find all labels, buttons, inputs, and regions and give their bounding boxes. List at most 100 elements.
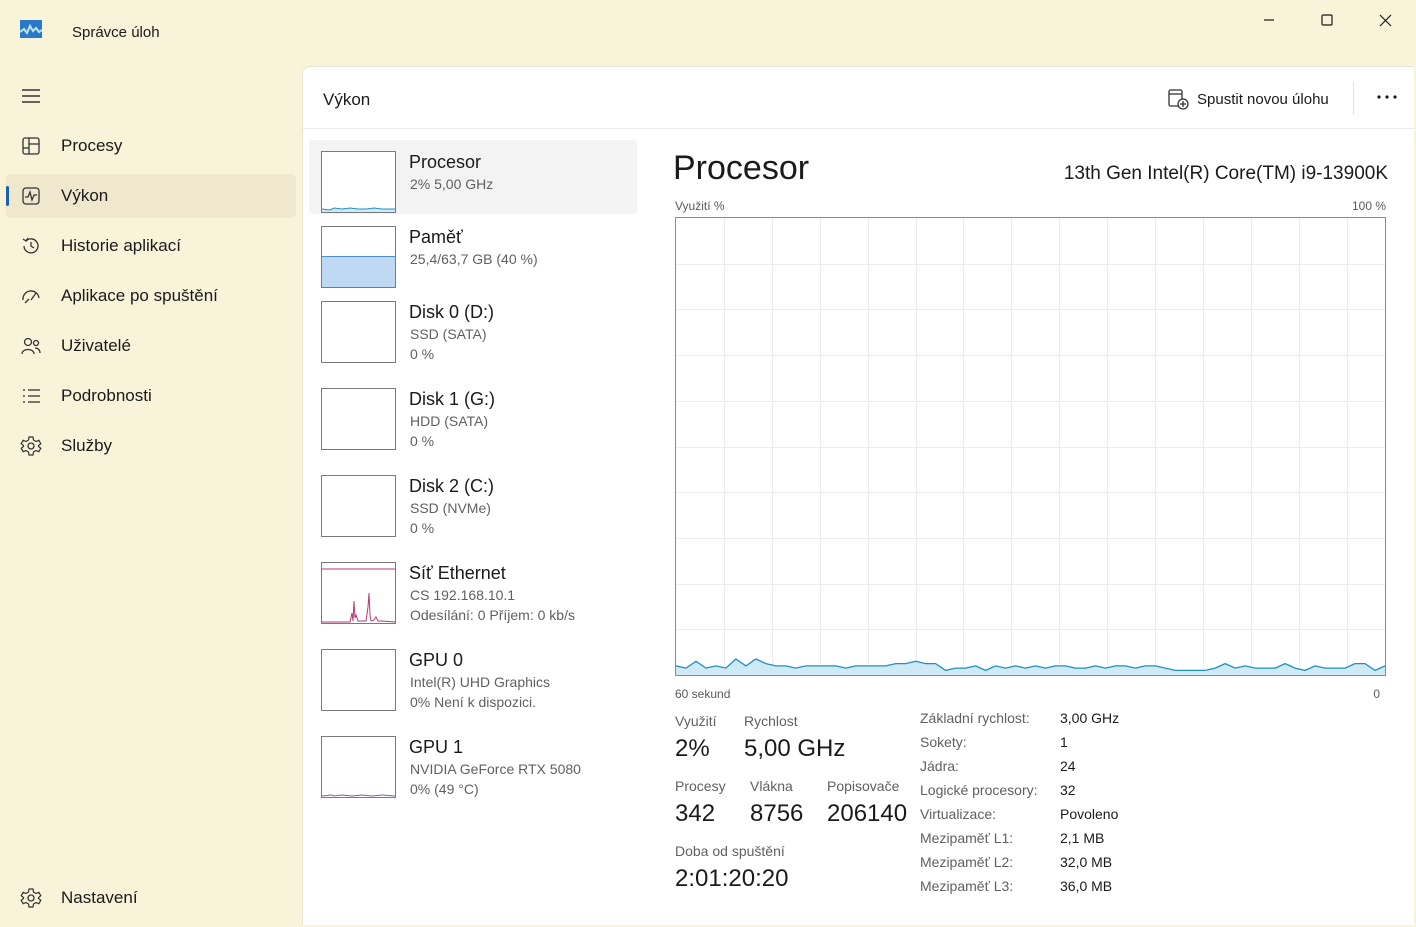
device-name: GPU 0 <box>409 650 464 670</box>
device-usage: 0% (49 °C) <box>410 781 479 797</box>
spec-value: 2,1 MB <box>1060 830 1105 846</box>
cpu-thumbnail-graph <box>322 207 395 212</box>
device-usage: 0 % <box>410 520 435 536</box>
device-name: Disk 2 (C:) <box>409 476 494 496</box>
memory-fill <box>322 256 395 287</box>
device-subtitle: HDD (SATA) <box>410 413 489 429</box>
list-icon <box>23 389 40 403</box>
spec-label: Základní rychlost: <box>920 710 1030 726</box>
sidebar-item-app-history[interactable]: Historie aplikací <box>6 224 296 268</box>
device-item-gpu1[interactable]: GPU 1 NVIDIA GeForce RTX 5080 0% (49 °C) <box>309 725 637 799</box>
sidebar-item-services[interactable]: Služby <box>6 424 296 468</box>
spec-label: Mezipaměť L1: <box>920 830 1014 846</box>
device-item-gpu0[interactable]: GPU 0 Intel(R) UHD Graphics 0% Není k di… <box>309 638 637 712</box>
uptime-value: 2:01:20:20 <box>675 865 789 892</box>
processes-icon <box>22 137 40 155</box>
page-title: Výkon <box>323 90 371 109</box>
gpu0-thumbnail <box>321 649 396 711</box>
sidebar-item-label: Podrobnosti <box>61 386 152 405</box>
history-icon <box>22 237 39 254</box>
sidebar-item-processes[interactable]: Procesy <box>6 124 296 168</box>
maximize-button[interactable] <box>1298 0 1356 40</box>
device-subtitle: 25,4/63,7 GB (40 %) <box>410 251 538 267</box>
maximize-icon <box>1321 14 1333 26</box>
device-usage: 0 % <box>410 346 435 362</box>
device-item-memory[interactable]: Paměť 25,4/63,7 GB (40 %) <box>309 215 637 289</box>
device-item-disk1[interactable]: Disk 1 (G:) HDD (SATA) 0 % <box>309 377 637 451</box>
device-name: Procesor <box>409 152 482 172</box>
cpu-detail: Procesor 13th Gen Intel(R) Core(TM) i9-1… <box>673 129 1415 926</box>
x-axis-min-label: 0 <box>1373 687 1380 701</box>
cpu-title: Procesor <box>673 149 810 187</box>
performance-icon <box>22 187 40 205</box>
usage-label: Využití <box>675 713 717 729</box>
sidebar-item-startup-apps[interactable]: Aplikace po spuštění <box>6 274 296 318</box>
cpu-model: 13th Gen Intel(R) Core(TM) i9-13900K <box>1063 163 1388 184</box>
sidebar-item-label: Uživatelé <box>61 336 131 355</box>
device-name: Paměť <box>409 227 463 247</box>
close-icon <box>1379 14 1391 26</box>
device-name: GPU 1 <box>409 737 464 757</box>
x-axis-label: 60 sekund <box>675 687 731 701</box>
threads-label: Vlákna <box>750 778 793 794</box>
page-header: Výkon Spustit novou úlohu <box>303 67 1415 129</box>
spec-value: 24 <box>1060 758 1076 774</box>
run-new-task-label: Spustit novou úlohu <box>1197 90 1329 108</box>
title-bar: Správce úloh <box>0 0 1416 64</box>
device-item-disk2[interactable]: Disk 2 (C:) SSD (NVMe) 0 % <box>309 464 637 538</box>
disk0-thumbnail <box>321 301 396 363</box>
users-icon <box>21 337 41 355</box>
gpu1-thumbnail <box>321 736 396 798</box>
active-indicator <box>6 186 9 206</box>
device-item-disk0[interactable]: Disk 0 (D:) SSD (SATA) 0 % <box>309 290 637 364</box>
spec-label: Logické procesory: <box>920 782 1038 798</box>
device-item-cpu[interactable]: Procesor 2% 5,00 GHz <box>309 140 637 214</box>
spec-value: 3,00 GHz <box>1060 710 1120 726</box>
threads-value: 8756 <box>750 800 804 827</box>
sidebar-item-label: Služby <box>61 436 113 455</box>
device-subtitle: CS 192.168.10.1 <box>410 587 516 603</box>
device-subtitle: SSD (SATA) <box>410 326 487 342</box>
hamburger-menu-icon[interactable] <box>20 86 42 106</box>
handles-value: 206140 <box>827 800 908 827</box>
device-list: Procesor 2% 5,00 GHz Paměť 25,4/63,7 GB … <box>303 129 643 926</box>
sidebar-item-label: Nastavení <box>61 888 138 907</box>
disk1-thumbnail <box>321 388 396 450</box>
device-subtitle: SSD (NVMe) <box>410 500 491 516</box>
spec-value: 1 <box>1060 734 1068 750</box>
sidebar-item-label: Procesy <box>61 136 123 155</box>
sidebar: Procesy Výkon Historie aplikací Aplikace… <box>0 64 302 927</box>
sidebar-item-label: Výkon <box>61 186 109 205</box>
uptime-label: Doba od spuštění <box>675 843 785 859</box>
spec-value: 32,0 MB <box>1060 854 1113 870</box>
usage-value: 2% <box>675 735 710 762</box>
new-task-icon <box>1168 89 1189 110</box>
spec-label: Mezipaměť L2: <box>920 854 1014 870</box>
sidebar-item-users[interactable]: Uživatelé <box>6 324 296 368</box>
sidebar-item-details[interactable]: Podrobnosti <box>6 374 296 418</box>
device-usage: 0 % <box>410 433 435 449</box>
spec-label: Jádra: <box>920 758 959 774</box>
disk2-thumbnail <box>321 475 396 537</box>
sidebar-item-performance[interactable]: Výkon <box>6 174 296 218</box>
run-new-task-button[interactable]: Spustit novou úlohu <box>1167 87 1329 111</box>
task-manager-icon <box>20 20 42 38</box>
spec-value: 32 <box>1060 782 1076 798</box>
ethernet-thumbnail-graph <box>322 568 395 623</box>
spec-label: Virtualizace: <box>920 806 997 822</box>
spec-value: Povoleno <box>1060 806 1119 822</box>
minimize-icon <box>1264 19 1274 21</box>
spec-value: 36,0 MB <box>1060 878 1113 894</box>
more-options-button[interactable] <box>1371 85 1403 109</box>
device-subtitle: NVIDIA GeForce RTX 5080 <box>410 761 581 777</box>
handles-label: Popisovače <box>827 778 900 794</box>
device-subtitle: 2% 5,00 GHz <box>410 176 494 192</box>
sidebar-item-settings[interactable]: Nastavení <box>6 876 296 920</box>
cpu-usage-chart <box>675 218 1386 675</box>
close-button[interactable] <box>1356 0 1414 40</box>
minimize-button[interactable] <box>1240 0 1298 40</box>
device-name: Disk 1 (G:) <box>409 389 496 409</box>
device-item-ethernet[interactable]: Síť Ethernet CS 192.168.10.1 Odesílání: … <box>309 551 637 625</box>
y-axis-max-label: 100 % <box>1351 199 1386 213</box>
sidebar-item-label: Aplikace po spuštění <box>61 286 218 305</box>
